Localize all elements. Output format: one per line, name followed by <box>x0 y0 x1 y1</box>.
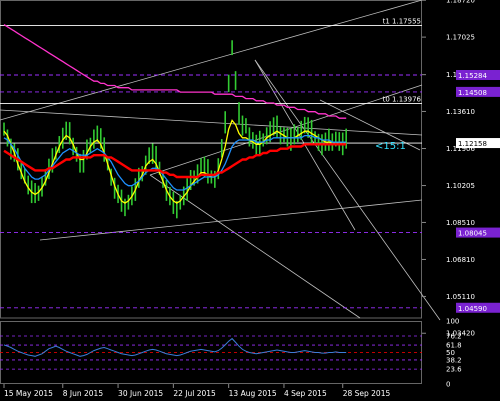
x-tick-label: 15 May 2015 <box>4 389 53 398</box>
x-tick-label: 8 Jun 2015 <box>63 389 104 398</box>
annotation-text: <15:1 <box>375 141 406 152</box>
oscillator-y-tick-label: 76.2 <box>446 332 462 340</box>
x-tick-label: 30 Jun 2015 <box>118 389 163 398</box>
y-tick-label: 1.08510 <box>446 219 475 227</box>
price-level-label: t1 1.17555 <box>383 18 421 26</box>
oscillator-y-tick-label: 23.6 <box>446 366 462 374</box>
price-level-label: t0 1.13976 <box>383 95 422 103</box>
y-tick-label: 1.06810 <box>446 256 475 264</box>
y-tick-label: 1.10205 <box>446 182 475 190</box>
x-tick-label: 28 Sep 2015 <box>343 389 391 398</box>
oscillator-y-tick-label: 0 <box>446 381 450 389</box>
y-tick-label: 1.05110 <box>446 293 475 301</box>
y-tick-label: 1.17025 <box>446 34 475 42</box>
price-level-label: 1.04590 <box>458 305 487 313</box>
y-tick-label: 1.18720 <box>446 0 475 5</box>
chart: 1.187201.170251.153001.136101.119061.102… <box>0 0 500 401</box>
oscillator-y-tick-label: 38.2 <box>446 356 462 364</box>
oscillator-y-tick-label: 100 <box>446 318 459 326</box>
y-tick-label: 1.13610 <box>446 108 475 116</box>
price-level-label: 1.08045 <box>458 230 487 238</box>
x-tick-label: 22 Jul 2015 <box>173 389 216 398</box>
price-level-label: 1.12158 <box>458 140 487 148</box>
x-tick-label: 4 Sep 2015 <box>284 389 327 398</box>
chart-background <box>0 0 500 401</box>
price-level-label: 1.14508 <box>458 89 487 97</box>
x-tick-label: 13 Aug 2015 <box>229 389 277 398</box>
price-level-label: 1.15284 <box>458 72 487 80</box>
